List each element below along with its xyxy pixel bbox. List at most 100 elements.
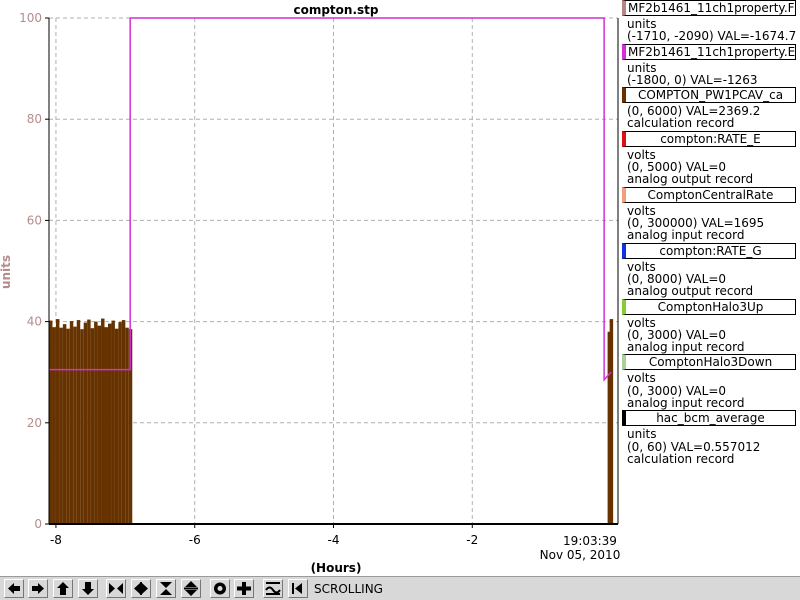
legend-entry-detail: volts xyxy=(627,315,656,330)
legend-entry-detail: analog input record xyxy=(627,228,745,243)
bar xyxy=(49,320,53,524)
legend-entry-detail: units xyxy=(627,17,657,31)
legend-entry-detail: calculation record xyxy=(627,451,735,466)
pan-up-button[interactable] xyxy=(53,579,73,598)
bar xyxy=(76,320,81,524)
bar xyxy=(55,319,60,524)
pan-down-button[interactable] xyxy=(78,579,98,598)
add-button[interactable] xyxy=(234,579,254,598)
scroll-mode-button[interactable] xyxy=(288,579,308,598)
bar xyxy=(114,328,119,524)
arrow-down-icon xyxy=(82,582,94,595)
zoom-in-horizontal-icon xyxy=(109,583,123,594)
bar xyxy=(111,320,115,524)
bar xyxy=(121,320,126,524)
legend-entry-detail: volts xyxy=(627,203,656,218)
strip-chart[interactable]: 0 20 40 60 80 100 -8 -6 -4 -2 compton.stp units (… xyxy=(0,0,622,576)
legend-entry-detail: (0, 60) VAL=0.557012 xyxy=(627,439,761,454)
legend-entry-detail: volts xyxy=(627,147,656,162)
bar xyxy=(80,329,84,524)
status-label: SCROLLING xyxy=(314,582,383,596)
legend-entry-name: hac_bcm_average xyxy=(622,410,796,427)
x-axis-label: (Hours) xyxy=(311,561,362,575)
legend-entry-name: MF2b1461_11ch1property.E xyxy=(622,43,796,60)
bar xyxy=(118,322,122,524)
circle-target-icon xyxy=(214,582,226,595)
zoom-out-vertical-icon xyxy=(184,581,198,596)
pan-right-button[interactable] xyxy=(28,579,48,598)
bar xyxy=(69,321,74,524)
x-tick-label: -8 xyxy=(50,533,62,547)
legend-entry-detail: units xyxy=(627,60,657,75)
x-tick-label: -2 xyxy=(466,533,478,547)
plus-icon xyxy=(237,582,251,595)
bar xyxy=(104,327,108,524)
legend-entry-name: compton:RATE_G xyxy=(622,242,796,259)
toolbar: SCROLLING xyxy=(0,576,800,600)
legend-entry-name: compton:RATE_E xyxy=(622,130,796,147)
zoom-in-horizontal-button[interactable] xyxy=(106,579,126,598)
bar xyxy=(609,319,614,524)
legend-entry-detail: (0, 3000) VAL=0 xyxy=(627,327,727,342)
legend-entry-name: COMPTON_PW1PCAV_ca xyxy=(622,87,796,104)
legend-entry-detail: units xyxy=(627,427,657,442)
legend-entry-detail: analog input record xyxy=(627,395,745,410)
bar xyxy=(107,323,112,524)
legend-entry-detail: (0, 300000) VAL=1695 xyxy=(627,215,765,230)
end-time-label: 19:03:39 xyxy=(563,534,617,548)
legend-entry-detail: (0, 6000) VAL=2369.2 xyxy=(627,104,761,119)
legend-entry-name: ComptonCentralRate xyxy=(622,186,796,203)
legend-entry-detail: (0, 8000) VAL=0 xyxy=(627,271,727,286)
legend-entry-detail: (-1800, 0) VAL=-1263 xyxy=(627,72,758,87)
legend-entry-detail: volts xyxy=(627,371,656,386)
legend-entry-detail: analog input record xyxy=(627,340,745,355)
scroll-end-icon xyxy=(292,583,302,594)
wave-mode-button[interactable] xyxy=(263,579,283,598)
legend-entry-detail: (0, 5000) VAL=0 xyxy=(627,160,727,175)
bar xyxy=(125,327,129,524)
arrow-up-icon xyxy=(57,582,69,595)
bar xyxy=(83,322,88,524)
zoom-out-horizontal-button[interactable] xyxy=(131,579,151,598)
bar xyxy=(59,327,63,524)
y-tick-label: 60 xyxy=(27,213,42,227)
y-tick-label: 80 xyxy=(27,112,42,126)
x-tick-label: -4 xyxy=(328,533,340,547)
legend-entry-detail: (0, 3000) VAL=0 xyxy=(627,383,727,398)
legend-entry-name: MF2b1461_11ch1property.F xyxy=(622,0,796,16)
bar xyxy=(94,321,98,524)
bar xyxy=(62,324,67,524)
zoom-out-vertical-button[interactable] xyxy=(181,579,201,598)
end-date-label: Nov 05, 2010 xyxy=(540,548,621,562)
legend-entry-detail: (-1710, -2090) VAL=-1674.7 xyxy=(627,29,797,44)
zoom-in-vertical-icon xyxy=(160,582,172,595)
legend-entry-name: ComptonHalo3Down xyxy=(622,354,796,371)
y-tick-label: 40 xyxy=(27,315,42,329)
wave-icon xyxy=(265,582,281,595)
legend-entry-detail: calculation record xyxy=(627,116,735,131)
y-tick-label: 100 xyxy=(19,11,42,25)
bar xyxy=(73,326,77,524)
y-tick-label: 20 xyxy=(27,416,42,430)
arrow-right-icon xyxy=(32,583,44,594)
bar xyxy=(52,327,56,524)
bar xyxy=(90,328,95,524)
zoom-in-vertical-button[interactable] xyxy=(156,579,176,598)
pan-left-button[interactable] xyxy=(4,579,24,598)
zoom-out-horizontal-icon xyxy=(134,582,148,595)
arrow-left-icon xyxy=(8,583,20,594)
x-tick-label: -6 xyxy=(189,533,201,547)
legend-entry-detail: analog output record xyxy=(627,172,754,187)
bar xyxy=(97,325,102,524)
legend-entry-detail: volts xyxy=(627,259,656,274)
legend-entry-name: ComptonHalo3Up xyxy=(622,298,796,315)
legend-panel: MF2b1461_11ch1property.F units (-1710, -20… xyxy=(622,0,800,580)
bar xyxy=(101,318,105,524)
bar xyxy=(66,328,70,524)
autoscale-button[interactable] xyxy=(210,579,230,598)
legend-entry-detail: analog output record xyxy=(627,284,754,299)
y-tick-label: 0 xyxy=(34,517,42,531)
bar xyxy=(87,319,91,524)
chart-title: compton.stp xyxy=(293,3,378,17)
y-axis-label: units xyxy=(0,255,13,289)
